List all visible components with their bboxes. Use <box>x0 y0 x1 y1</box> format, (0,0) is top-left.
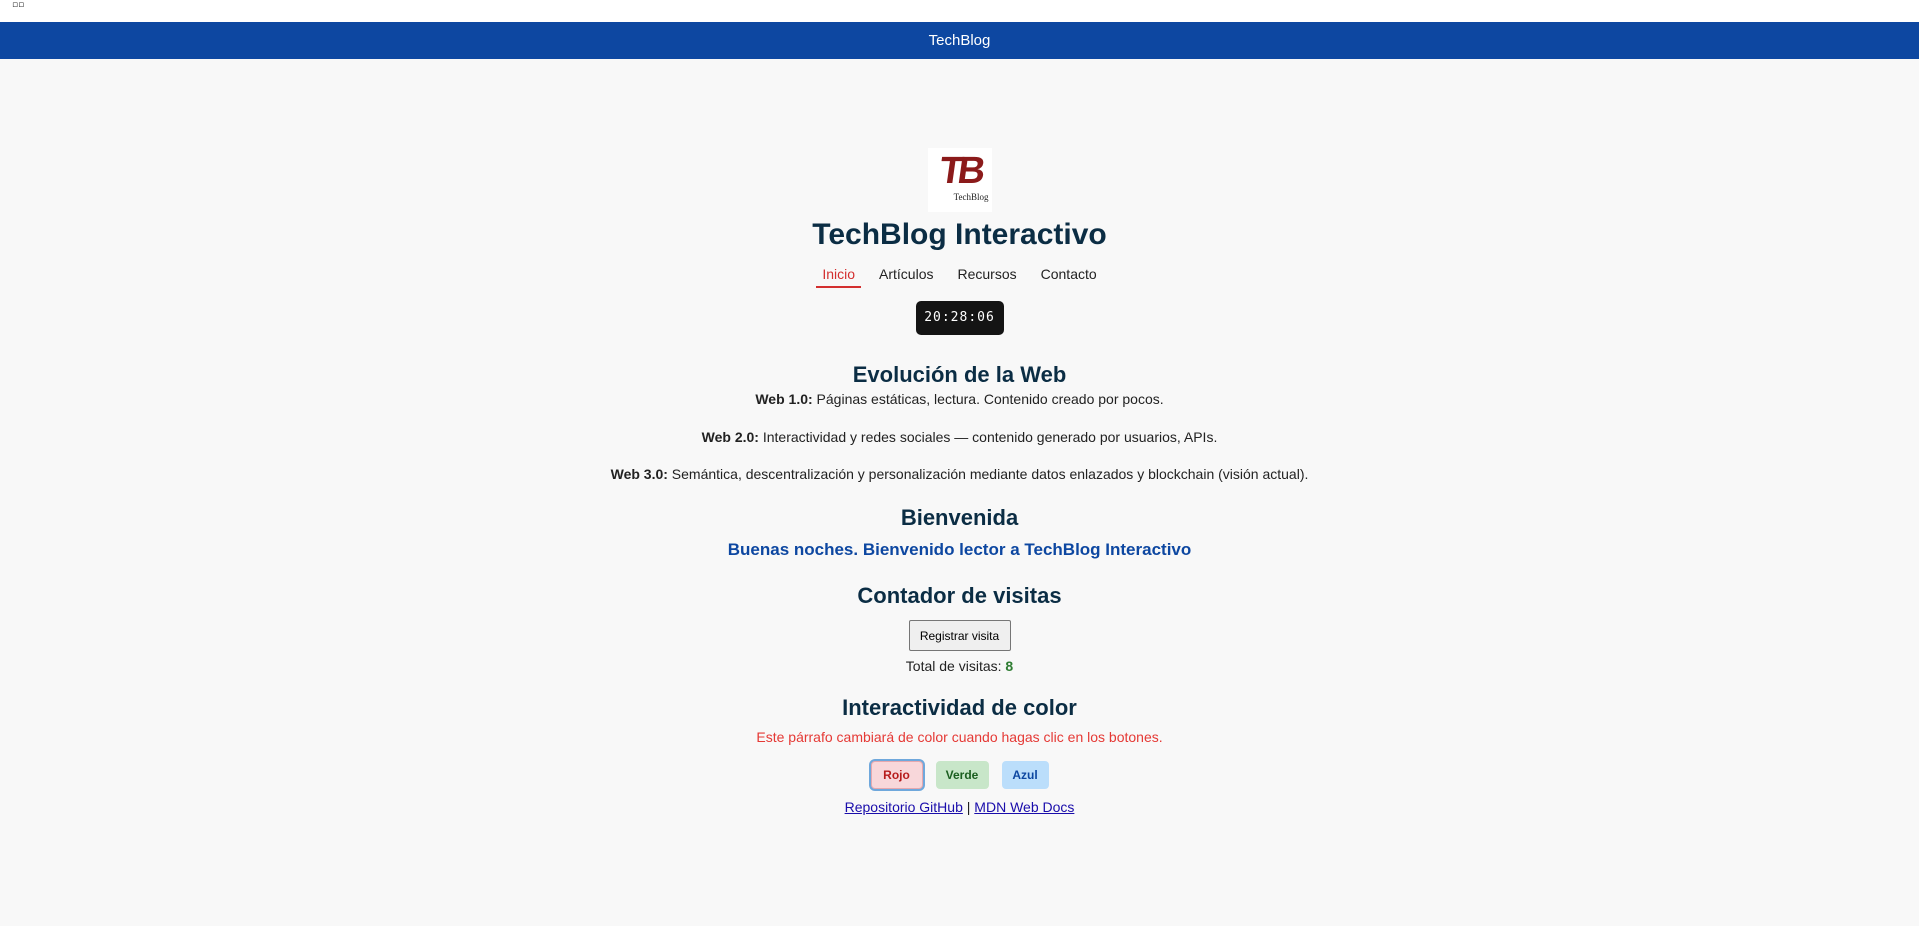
evolution-web2-text: Interactividad y redes sociales — conten… <box>758 429 1218 445</box>
evolution-web1-text: Páginas estáticas, lectura. Contenido cr… <box>812 391 1164 407</box>
main-menu: Inicio Artículos Recursos Contacto <box>0 265 1919 288</box>
evolution-web2-label: Web 2.0: <box>701 429 759 445</box>
red-color-button[interactable]: Rojo <box>870 761 923 789</box>
menu-item-inicio[interactable]: Inicio <box>810 265 867 288</box>
links-separator: | <box>966 799 971 815</box>
color-paragraph: Este párrafo cambiará de color cuando ha… <box>756 729 1163 745</box>
logo-container: TB TechBlog <box>0 148 1919 212</box>
visits-heading: Contador de visitas <box>857 583 1062 608</box>
menu-item-recursos[interactable]: Recursos <box>945 265 1028 285</box>
visits-button-container: Registrar visita <box>0 620 1919 651</box>
logo-letters: TB <box>936 150 983 192</box>
evolution-web1-label: Web 1.0: <box>755 391 813 407</box>
evolution-web2: Web 2.0: Interactividad y redes sociales… <box>0 429 1919 446</box>
green-color-button[interactable]: Verde <box>935 761 989 789</box>
evolution-heading: Evolución de la Web <box>852 362 1067 387</box>
evolution-web3: Web 3.0: Semántica, descentralización y … <box>0 466 1919 483</box>
broken-image-icon: ▫▫ <box>12 0 25 10</box>
page-title: TechBlog Interactivo <box>812 218 1107 251</box>
clock-container: 20:28:06 <box>0 301 1919 335</box>
navbar-brand: TechBlog <box>928 32 991 49</box>
top-strip: ▫▫ <box>0 0 1919 22</box>
footer-links: Repositorio GitHub | MDN Web Docs <box>0 799 1919 816</box>
github-link[interactable]: Repositorio GitHub <box>845 799 963 815</box>
top-navbar: TechBlog <box>0 22 1919 59</box>
menu-item-contacto[interactable]: Contacto <box>1029 265 1109 285</box>
blue-color-button[interactable]: Azul <box>1001 761 1049 789</box>
register-visit-button[interactable]: Registrar visita <box>908 620 1011 651</box>
evolution-web1: Web 1.0: Páginas estáticas, lectura. Con… <box>0 391 1919 408</box>
color-buttons: Rojo Verde Azul <box>0 761 1919 789</box>
visits-total-count: 8 <box>1005 658 1014 674</box>
logo-subtext: TechBlog <box>953 192 989 202</box>
evolution-web3-label: Web 3.0: <box>610 466 668 482</box>
evolution-web3-text: Semántica, descentralización y personali… <box>667 466 1309 482</box>
digital-clock: 20:28:06 <box>915 301 1004 335</box>
welcome-greeting: Buenas noches. Bienvenido lector a TechB… <box>727 540 1192 559</box>
welcome-heading: Bienvenida <box>900 505 1019 530</box>
color-heading: Interactividad de color <box>842 695 1077 720</box>
site-logo: TB TechBlog <box>927 148 992 212</box>
main-content: TB TechBlog TechBlog Interactivo Inicio … <box>0 148 1919 816</box>
mdn-link[interactable]: MDN Web Docs <box>974 799 1074 815</box>
visits-total-label: Total de visitas: <box>905 658 1002 674</box>
visits-total: Total de visitas: 8 <box>0 658 1919 675</box>
menu-item-articulos[interactable]: Artículos <box>867 265 945 285</box>
